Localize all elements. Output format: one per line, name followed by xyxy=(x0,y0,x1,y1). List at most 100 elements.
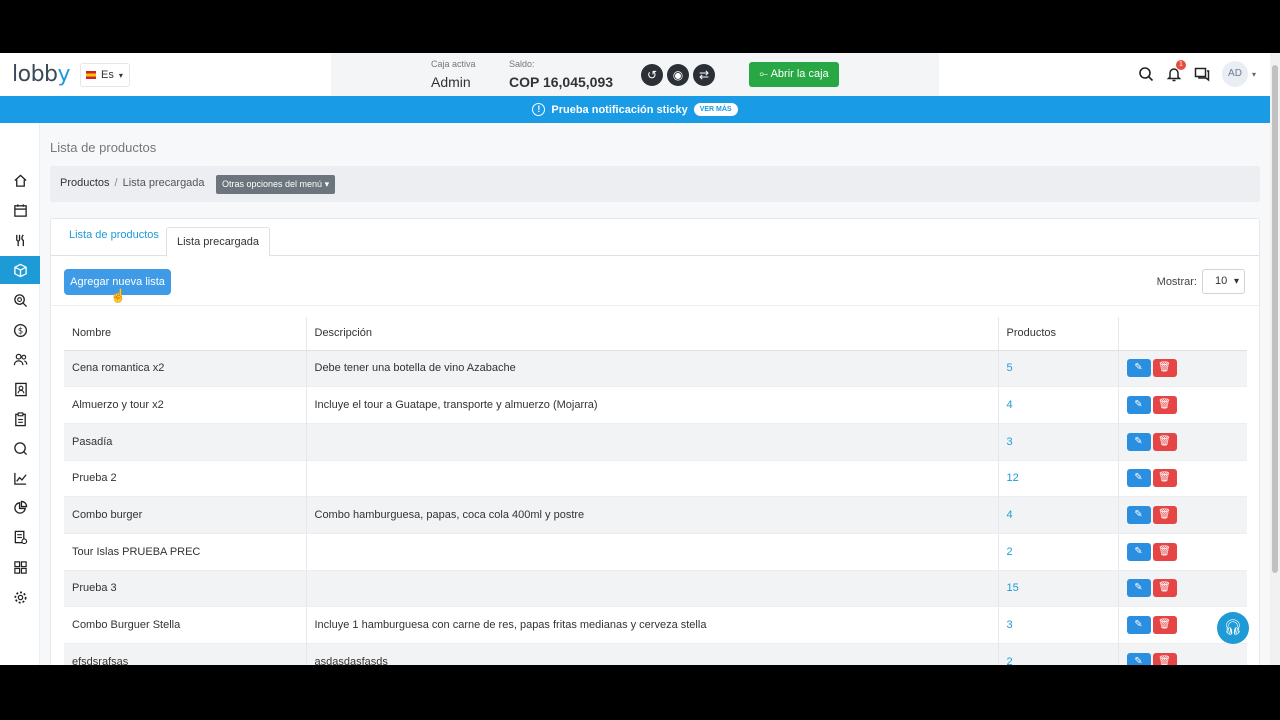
delete-button[interactable]: 🗑︎ xyxy=(1152,616,1177,635)
delete-button[interactable]: 🗑︎ xyxy=(1152,653,1177,665)
row-product-count[interactable]: 5 xyxy=(998,349,1119,387)
chevron-down-icon[interactable]: ▾ xyxy=(1252,70,1256,79)
row-product-count[interactable]: 2 xyxy=(998,643,1119,665)
page-scrollbar[interactable] xyxy=(1270,53,1280,665)
row-product-count[interactable]: 4 xyxy=(998,496,1119,534)
report-icon[interactable] xyxy=(0,523,40,551)
see-more-button[interactable]: VER MÁS xyxy=(693,103,738,116)
trash-icon: 🗑︎ xyxy=(1158,656,1171,665)
row-name: Combo Burguer Stella xyxy=(64,606,307,644)
row-product-count[interactable]: 2 xyxy=(998,532,1119,571)
history-icon[interactable]: ↺ xyxy=(641,64,663,86)
edit-button[interactable]: ✎ xyxy=(1126,542,1151,561)
language-selector[interactable]: Es ▾ xyxy=(80,63,130,87)
support-chat-button[interactable]: 🎧︎ xyxy=(1217,612,1249,644)
row-description xyxy=(306,532,999,571)
chevron-down-icon: ▾ xyxy=(118,70,123,80)
breadcrumb-products[interactable]: Productos xyxy=(60,177,110,189)
table-header-row: Nombre Descripción Productos xyxy=(64,317,1247,351)
home-icon[interactable] xyxy=(0,166,40,194)
table-row: Tour Islas PRUEBA PREC 2 ✎ 🗑︎ xyxy=(64,532,1247,571)
show-label: Mostrar: xyxy=(1156,276,1197,288)
delete-button[interactable]: 🗑︎ xyxy=(1152,359,1177,378)
tab-bar: Lista de productos Lista precargada xyxy=(51,219,1259,257)
row-product-count[interactable]: 3 xyxy=(998,422,1119,461)
chat-icon[interactable] xyxy=(1194,66,1210,82)
delete-button[interactable]: 🗑︎ xyxy=(1152,506,1177,525)
row-name: Combo burger xyxy=(64,496,307,534)
delete-button[interactable]: 🗑︎ xyxy=(1152,432,1177,451)
tab-preloaded-list[interactable]: Lista precargada xyxy=(166,227,270,257)
chevron-down-icon: ▾ xyxy=(324,179,330,189)
table-row: efsdsrafsas asdasdasfasds 2 ✎ 🗑︎ xyxy=(64,643,1247,665)
eye-icon[interactable]: ◉ xyxy=(667,64,689,86)
edit-button[interactable]: ✎ xyxy=(1126,469,1151,488)
users-icon[interactable] xyxy=(0,345,40,373)
row-product-count[interactable]: 4 xyxy=(998,386,1119,424)
row-description: asdasdasfasds xyxy=(306,643,999,665)
location-search-icon[interactable] xyxy=(0,286,40,314)
headset-icon: 🎧︎ xyxy=(1223,619,1243,636)
row-description xyxy=(306,422,999,461)
delete-button[interactable]: 🗑︎ xyxy=(1152,579,1177,598)
row-description xyxy=(306,569,999,607)
transfer-icon[interactable]: ⇄ xyxy=(693,64,715,86)
list-card: Lista de productos Lista precargada Agre… xyxy=(50,218,1260,665)
chart-line-icon[interactable] xyxy=(0,464,40,492)
address-book-icon[interactable] xyxy=(0,375,40,403)
gear-icon[interactable] xyxy=(0,583,40,611)
row-product-count[interactable]: 3 xyxy=(998,606,1119,644)
divider xyxy=(51,305,1259,306)
row-actions: ✎ 🗑︎ xyxy=(1118,569,1247,607)
page-size-select[interactable]: 10 xyxy=(1202,269,1245,294)
scrollbar-thumb[interactable] xyxy=(1272,65,1278,573)
calendar-icon[interactable] xyxy=(0,196,40,224)
box-icon[interactable] xyxy=(0,256,40,284)
search-icon[interactable] xyxy=(0,434,40,462)
sidebar: $ xyxy=(0,123,40,665)
delete-button[interactable]: 🗑︎ xyxy=(1152,542,1177,561)
tab-product-list[interactable]: Lista de productos xyxy=(69,229,159,241)
row-actions: ✎ 🗑︎ xyxy=(1118,349,1247,387)
money-icon[interactable]: $ xyxy=(0,316,40,344)
row-product-count[interactable]: 15 xyxy=(998,569,1119,607)
search-icon[interactable] xyxy=(1138,66,1154,82)
pie-chart-icon[interactable] xyxy=(0,493,40,521)
row-actions: ✎ 🗑︎ xyxy=(1118,496,1247,534)
table-row: Prueba 2 12 ✎ 🗑︎ xyxy=(64,459,1247,497)
row-description xyxy=(306,459,999,497)
row-name: Almuerzo y tour x2 xyxy=(64,386,307,424)
row-actions: ✎ 🗑︎ xyxy=(1118,532,1247,571)
column-header-products[interactable]: Productos xyxy=(998,317,1119,351)
trash-icon: 🗑︎ xyxy=(1158,399,1171,411)
column-header-name[interactable]: Nombre xyxy=(64,317,307,351)
pencil-icon: ✎ xyxy=(1134,435,1143,447)
edit-button[interactable]: ✎ xyxy=(1126,432,1151,451)
edit-button[interactable]: ✎ xyxy=(1126,359,1151,378)
pencil-icon: ✎ xyxy=(1134,619,1143,631)
top-right-actions: 1 AD ▾ xyxy=(1138,60,1256,87)
edit-button[interactable]: ✎ xyxy=(1126,653,1151,665)
row-description: Combo hamburguesa, papas, coca cola 400m… xyxy=(306,496,999,534)
open-register-button[interactable]: ⟜ Abrir la caja xyxy=(749,62,839,87)
edit-button[interactable]: ✎ xyxy=(1126,579,1151,598)
trash-icon: 🗑︎ xyxy=(1158,582,1171,594)
saldo-label: Saldo: xyxy=(509,59,535,69)
more-options-dropdown[interactable]: Otras opciones del menú ▾ xyxy=(216,175,336,194)
edit-button[interactable]: ✎ xyxy=(1126,616,1151,635)
row-name: Prueba 3 xyxy=(64,569,307,607)
clipboard-icon[interactable] xyxy=(0,405,40,433)
edit-button[interactable]: ✎ xyxy=(1126,506,1151,525)
bell-icon[interactable]: 1 xyxy=(1166,60,1186,82)
avatar[interactable]: AD xyxy=(1221,61,1248,87)
row-product-count[interactable]: 12 xyxy=(998,459,1119,497)
logo[interactable]: lobby xyxy=(12,62,71,87)
fork-knife-icon[interactable] xyxy=(0,226,40,254)
delete-button[interactable]: 🗑︎ xyxy=(1152,396,1177,415)
edit-button[interactable]: ✎ xyxy=(1126,396,1151,415)
grid-icon[interactable] xyxy=(0,553,40,581)
column-header-description[interactable]: Descripción xyxy=(306,317,999,351)
table-row: Pasadía 3 ✎ 🗑︎ xyxy=(64,422,1247,461)
breadcrumb: Productos / Lista precargada Otras opcione… xyxy=(50,166,1260,202)
delete-button[interactable]: 🗑︎ xyxy=(1152,469,1177,488)
